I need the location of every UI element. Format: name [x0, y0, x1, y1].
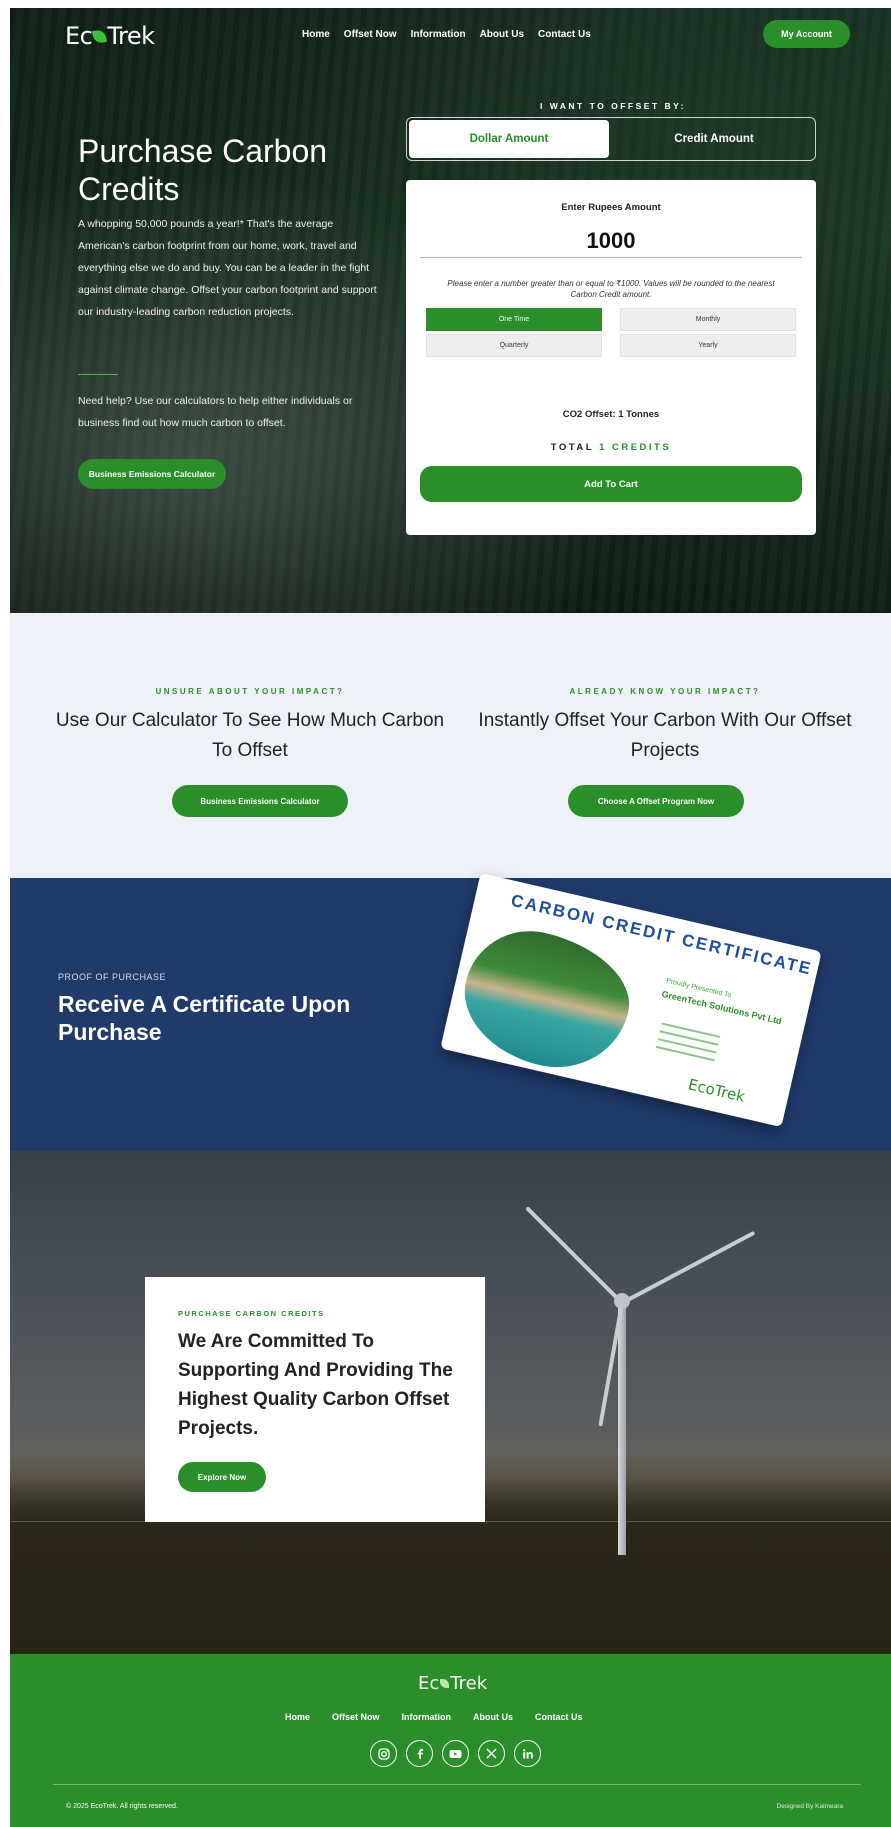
nav-link-home[interactable]: Home — [302, 29, 330, 40]
frequency-yearly[interactable]: Yearly — [620, 334, 796, 357]
add-to-cart-button[interactable]: Add To Cart — [420, 466, 802, 502]
offset-by-label: I WANT TO OFFSET BY: — [540, 101, 687, 111]
turbine-hub — [614, 1293, 630, 1309]
nav-links: Home Offset Now Information About Us Con… — [302, 29, 591, 40]
nav-link-offset-now[interactable]: Offset Now — [344, 29, 397, 40]
certificate-logo: EcoTrek — [686, 1075, 747, 1106]
certificate-kicker: PROOF OF PURCHASE — [58, 972, 167, 982]
frequency-monthly[interactable]: Monthly — [620, 308, 796, 331]
footer-link-home[interactable]: Home — [285, 1712, 310, 1722]
business-emissions-calculator-button[interactable]: Business Emissions Calculator — [78, 459, 226, 489]
facebook-icon[interactable] — [406, 1740, 433, 1767]
impact-section: UNSURE ABOUT YOUR IMPACT? Use Our Calcul… — [10, 613, 891, 878]
total-label: TOTAL — [550, 442, 594, 453]
offset-type-toggle: Dollar Amount Credit Amount — [406, 117, 816, 161]
social-links — [370, 1740, 541, 1767]
amount-note: Please enter a number greater than or eq… — [447, 279, 775, 299]
know-impact-heading: Instantly Offset Your Carbon With Our Of… — [478, 710, 852, 761]
footer-logo-left: Ec — [418, 1673, 440, 1694]
frequency-one-time[interactable]: One Time — [426, 308, 602, 331]
page: Ec Trek Home Offset Now Information Abou… — [0, 0, 891, 1827]
know-impact-column: ALREADY KNOW YOUR IMPACT? Instantly Offs… — [465, 687, 865, 766]
explore-now-button[interactable]: Explore Now — [178, 1462, 266, 1492]
unsure-impact-kicker: UNSURE ABOUT YOUR IMPACT? — [155, 687, 345, 696]
footer-links: Home Offset Now Information About Us Con… — [285, 1712, 583, 1722]
commitment-heading: We Are Committed To Supporting And Provi… — [178, 1331, 453, 1439]
nav-link-information[interactable]: Information — [411, 29, 466, 40]
my-account-button[interactable]: My Account — [763, 20, 850, 48]
copyright-text: © 2025 EcoTrek. All rights reserved. — [66, 1803, 178, 1810]
know-impact-kicker: ALREADY KNOW YOUR IMPACT? — [569, 687, 761, 696]
turbine-blade — [621, 1230, 756, 1305]
hero-paragraph: A whopping 50,000 pounds a year!* That's… — [78, 218, 377, 318]
logo-text-right: Trek — [107, 22, 155, 50]
linkedin-icon[interactable] — [514, 1740, 541, 1767]
hero-help-text: Need help? Use our calculators to help e… — [78, 395, 353, 429]
offset-card: Enter Rupees Amount Please enter a numbe… — [406, 180, 816, 535]
choose-offset-program-button[interactable]: Choose A Offset Program Now — [568, 785, 744, 817]
total-value: 1 CREDITS — [599, 442, 672, 453]
hero-divider — [78, 374, 118, 375]
wind-turbine-tower — [618, 1299, 626, 1555]
commitment-kicker: PURCHASE CARBON CREDITS — [178, 1309, 325, 1318]
unsure-impact-heading: Use Our Calculator To See How Much Carbo… — [55, 710, 445, 761]
credit-amount-option[interactable]: Credit Amount — [614, 120, 814, 158]
turbine-blade — [525, 1206, 624, 1305]
leaf-icon — [92, 28, 108, 44]
footer-link-information[interactable]: Information — [402, 1712, 452, 1722]
footer-divider — [53, 1784, 861, 1785]
enter-amount-label: Enter Rupees Amount — [561, 202, 661, 213]
certificate-landscape-image — [451, 918, 642, 1082]
designed-by-link[interactable]: Designed By Kalmeara — [777, 1803, 843, 1810]
unsure-impact-column: UNSURE ABOUT YOUR IMPACT? Use Our Calcul… — [50, 687, 450, 766]
dollar-amount-option[interactable]: Dollar Amount — [409, 120, 609, 158]
top-nav: Ec Trek Home Offset Now Information Abou… — [10, 8, 891, 64]
frequency-quarterly[interactable]: Quarterly — [426, 334, 602, 357]
footer-link-contact-us[interactable]: Contact Us — [535, 1712, 583, 1722]
hero-title: Purchase Carbon Credits — [78, 133, 328, 207]
nav-link-about-us[interactable]: About Us — [480, 29, 524, 40]
youtube-icon[interactable] — [442, 1740, 469, 1767]
amount-input[interactable] — [420, 224, 802, 258]
certificate-detail-lines — [655, 1022, 721, 1067]
co2-offset-text: CO2 Offset: 1 Tonnes — [562, 409, 660, 420]
total-credits: TOTAL 1 CREDITS — [406, 442, 816, 453]
footer-logo-right: Trek — [450, 1673, 488, 1694]
footer-logo[interactable]: Ec Trek — [418, 1673, 487, 1694]
commitment-card: PURCHASE CARBON CREDITS We Are Committed… — [145, 1277, 485, 1522]
calculator-button[interactable]: Business Emissions Calculator — [172, 785, 348, 817]
site-logo[interactable]: Ec Trek — [65, 22, 155, 50]
instagram-icon[interactable] — [370, 1740, 397, 1767]
footer: Ec Trek Home Offset Now Information Abou… — [10, 1654, 891, 1827]
x-icon[interactable] — [478, 1740, 505, 1767]
leaf-icon — [440, 1679, 450, 1688]
nav-link-contact-us[interactable]: Contact Us — [538, 29, 591, 40]
footer-link-about-us[interactable]: About Us — [473, 1712, 513, 1722]
logo-text-left: Ec — [65, 22, 93, 50]
footer-link-offset-now[interactable]: Offset Now — [332, 1712, 380, 1722]
certificate-title: Receive A Certificate Upon Purchase — [58, 991, 351, 1045]
